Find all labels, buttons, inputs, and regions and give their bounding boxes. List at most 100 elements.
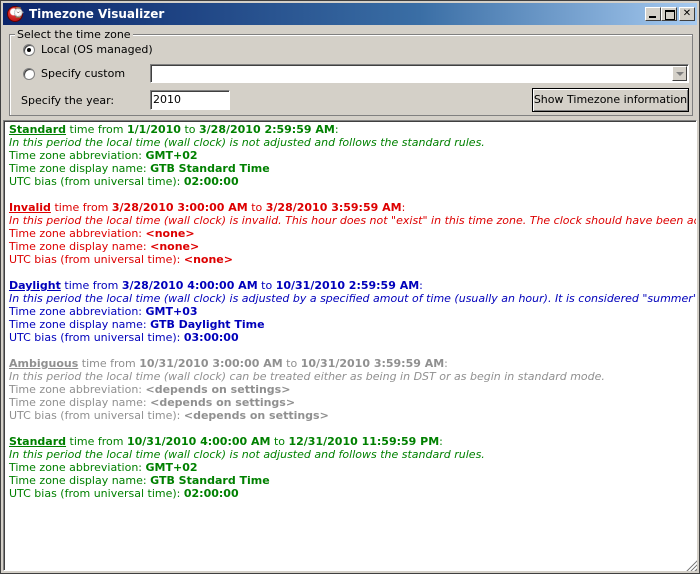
period-header-line: Daylight time from 3/28/2010 4:00:00 AM … (9, 279, 423, 292)
period-description: In this period the local time (wall cloc… (9, 370, 605, 383)
display-name-label: Time zone display name: (9, 396, 147, 409)
period-end: 10/31/2010 3:59:59 AM (300, 357, 445, 370)
title-bar[interactable]: ⌚ Timezone Visualizer ✕ (3, 3, 697, 25)
custom-timezone-combo[interactable] (150, 64, 689, 83)
to-label: to (251, 201, 263, 214)
custom-radio[interactable] (23, 67, 35, 80)
period-start: 3/28/2010 4:00:00 AM (121, 279, 258, 292)
custom-radio-option[interactable]: Specify custom (23, 67, 125, 80)
resize-grip[interactable] (685, 559, 697, 571)
app-clock-icon[interactable]: ⌚ (7, 6, 24, 22)
display-name-value: <depends on settings> (150, 396, 296, 409)
display-name-label: Time zone display name: (9, 162, 147, 175)
period-block: Invalid time from 3/28/2010 3:00:00 AM t… (9, 201, 696, 266)
period-start: 1/1/2010 (126, 123, 181, 136)
abbreviation-value: GMT+02 (145, 149, 198, 162)
utc-bias-label: UTC bias (from universal time): (9, 487, 181, 500)
period-start: 10/31/2010 3:00:00 AM (139, 357, 283, 370)
utc-bias-value: <depends on settings> (183, 409, 329, 422)
year-label: Specify the year: (21, 94, 115, 107)
abbreviation-label: Time zone abbreviation: (9, 461, 142, 474)
period-block: Standard time from 10/31/2010 4:00:00 AM… (9, 435, 691, 500)
period-start: 10/31/2010 4:00:00 AM (126, 435, 271, 448)
to-label: to (286, 357, 298, 370)
display-name-line: Time zone display name: <depends on sett… (9, 396, 691, 409)
abbreviation-value: <depends on settings> (145, 383, 291, 396)
display-name-label: Time zone display name: (9, 240, 147, 253)
display-name-label: Time zone display name: (9, 474, 147, 487)
minimize-button[interactable] (645, 7, 661, 21)
time-from-label: time from (69, 435, 124, 448)
period-kind: Invalid (9, 201, 51, 214)
period-block: Daylight time from 3/28/2010 4:00:00 AM … (9, 279, 697, 344)
display-name-line: Time zone display name: GTB Daylight Tim… (9, 318, 691, 331)
utc-bias-value: 02:00:00 (183, 175, 239, 188)
year-input[interactable]: 2010 (150, 90, 230, 110)
utc-bias-line: UTC bias (from universal time): 02:00:00 (9, 487, 691, 500)
period-end: 10/31/2010 2:59:59 AM (275, 279, 420, 292)
local-radio[interactable] (23, 43, 35, 56)
group-label: Select the time zone (15, 28, 133, 41)
period-end: 3/28/2010 2:59:59 AM (199, 123, 335, 136)
to-label: to (273, 435, 285, 448)
maximize-button[interactable] (661, 7, 677, 21)
utc-bias-value: 02:00:00 (183, 487, 239, 500)
show-timezone-info-button[interactable]: Show Timezone information (532, 88, 689, 112)
timezone-info-panel[interactable]: Standard time from 1/1/2010 to 3/28/2010… (3, 120, 697, 571)
period-kind: Standard (9, 123, 67, 136)
to-label: to (184, 123, 196, 136)
time-from-label: time from (81, 357, 136, 370)
period-header-line: Standard time from 1/1/2010 to 3/28/2010… (9, 123, 339, 136)
custom-radio-label: Specify custom (41, 67, 126, 80)
abbreviation-value: GMT+03 (145, 305, 198, 318)
display-name-value: <none> (150, 240, 200, 253)
display-name-line: Time zone display name: <none> (9, 240, 691, 253)
utc-bias-line: UTC bias (from universal time): 03:00:00 (9, 331, 691, 344)
period-kind: Standard (9, 435, 67, 448)
period-header-line: Standard time from 10/31/2010 4:00:00 AM… (9, 435, 443, 448)
period-description: In this period the local time (wall cloc… (9, 448, 485, 461)
period-block: Ambiguous time from 10/31/2010 3:00:00 A… (9, 357, 691, 422)
utc-bias-line: UTC bias (from universal time): 02:00:00 (9, 175, 691, 188)
abbreviation-label: Time zone abbreviation: (9, 227, 142, 240)
abbreviation-label: Time zone abbreviation: (9, 305, 142, 318)
period-end: 3/28/2010 3:59:59 AM (265, 201, 402, 214)
period-description: In this period the local time (wall cloc… (9, 136, 485, 149)
to-label: to (261, 279, 273, 292)
time-from-label: time from (54, 201, 109, 214)
period-kind: Daylight (9, 279, 61, 292)
period-kind: Ambiguous (9, 357, 79, 370)
abbreviation-line: Time zone abbreviation: <none> (9, 227, 691, 240)
period-block: Standard time from 1/1/2010 to 3/28/2010… (9, 123, 691, 188)
abbreviation-line: Time zone abbreviation: GMT+03 (9, 305, 691, 318)
abbreviation-line: Time zone abbreviation: <depends on sett… (9, 383, 691, 396)
display-name-line: Time zone display name: GTB Standard Tim… (9, 474, 691, 487)
period-start: 3/28/2010 3:00:00 AM (111, 201, 248, 214)
abbreviation-label: Time zone abbreviation: (9, 383, 142, 396)
display-name-value: GTB Daylight Time (150, 318, 265, 331)
utc-bias-value: <none> (183, 253, 233, 266)
close-button[interactable]: ✕ (679, 7, 695, 21)
utc-bias-label: UTC bias (from universal time): (9, 331, 181, 344)
abbreviation-value: GMT+02 (145, 461, 198, 474)
local-radio-option[interactable]: Local (OS managed) (23, 43, 153, 56)
display-name-label: Time zone display name: (9, 318, 147, 331)
utc-bias-value: 03:00:00 (183, 331, 239, 344)
abbreviation-line: Time zone abbreviation: GMT+02 (9, 149, 691, 162)
display-name-value: GTB Standard Time (150, 474, 270, 487)
abbreviation-line: Time zone abbreviation: GMT+02 (9, 461, 691, 474)
period-header-line: Ambiguous time from 10/31/2010 3:00:00 A… (9, 357, 448, 370)
utc-bias-label: UTC bias (from universal time): (9, 253, 181, 266)
utc-bias-line: UTC bias (from universal time): <none> (9, 253, 691, 266)
period-description: In this period the local time (wall cloc… (9, 292, 697, 305)
abbreviation-value: <none> (145, 227, 195, 240)
period-description: In this period the local time (wall cloc… (9, 214, 696, 227)
utc-bias-label: UTC bias (from universal time): (9, 175, 181, 188)
chevron-down-icon[interactable] (672, 66, 687, 81)
time-from-label: time from (69, 123, 124, 136)
utc-bias-label: UTC bias (from universal time): (9, 409, 181, 422)
abbreviation-label: Time zone abbreviation: (9, 149, 142, 162)
window-title: Timezone Visualizer (29, 7, 165, 21)
utc-bias-line: UTC bias (from universal time): <depends… (9, 409, 691, 422)
period-end: 12/31/2010 11:59:59 PM (288, 435, 440, 448)
